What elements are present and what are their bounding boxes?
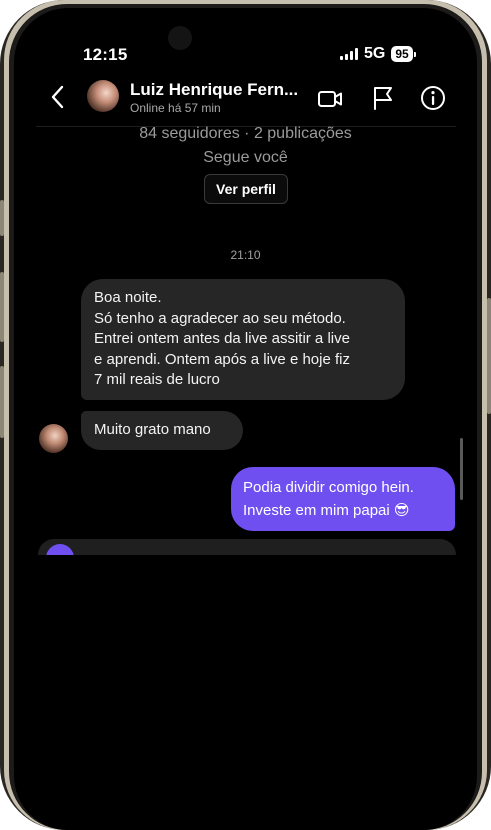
camera-button[interactable] bbox=[46, 544, 74, 555]
sender-avatar[interactable] bbox=[39, 424, 68, 453]
presence-status: Online há 57 min bbox=[130, 101, 221, 115]
avatar[interactable] bbox=[87, 80, 119, 112]
network-type: 5G bbox=[364, 45, 386, 62]
message-line: 7 mil reais de lucro bbox=[94, 371, 220, 388]
incoming-message[interactable]: Boa noite. Só tenho a agradecer ao seu m… bbox=[81, 279, 405, 400]
chevron-left-icon[interactable] bbox=[46, 82, 70, 112]
message-line: Só tenho a agradecer ao seu método. bbox=[94, 309, 346, 327]
chat-header: Luiz Henrique Fern... Online há 57 min bbox=[14, 76, 477, 120]
profile-stats: 84 seguidores · 2 publicações bbox=[139, 125, 352, 142]
message-line: Entrei ontem antes da live assitir a liv… bbox=[94, 330, 350, 347]
front-camera bbox=[168, 26, 192, 50]
view-profile-button[interactable]: Ver perfil bbox=[204, 174, 288, 204]
flag-icon[interactable] bbox=[369, 84, 397, 112]
message-line: Boa noite. bbox=[94, 289, 162, 306]
outgoing-message[interactable]: Podia dividir comigo hein. Investe em mi… bbox=[231, 467, 455, 531]
signal-icon bbox=[340, 48, 358, 60]
scrollbar[interactable] bbox=[460, 438, 463, 500]
info-icon[interactable] bbox=[419, 84, 447, 112]
message-timestamp: 21:10 bbox=[230, 248, 261, 262]
message-composer[interactable] bbox=[38, 539, 456, 555]
power-button bbox=[487, 298, 491, 414]
incoming-message[interactable]: Muito grato mano bbox=[81, 411, 243, 450]
message-line: Podia dividir comigo hein. bbox=[243, 479, 414, 496]
message-text: Muito grato mano bbox=[94, 421, 211, 438]
status-indicators: 5G 95 bbox=[340, 45, 416, 63]
message-line: Investe em mim papai 😎 bbox=[243, 502, 410, 519]
battery-icon: 95 bbox=[391, 46, 416, 62]
screen: 12:15 5G 95 Luiz Henrique Fern... Online… bbox=[14, 8, 477, 830]
message-line: e aprendi. Ontem após a live e hoje fiz bbox=[94, 350, 350, 368]
status-time: 12:15 bbox=[83, 45, 128, 64]
video-camera-icon[interactable] bbox=[316, 84, 344, 112]
phone-frame: 12:15 5G 95 Luiz Henrique Fern... Online… bbox=[0, 0, 491, 830]
battery-level: 95 bbox=[391, 46, 413, 62]
contact-name[interactable]: Luiz Henrique Fern... bbox=[130, 80, 298, 100]
follows-you-label: Segue você bbox=[203, 149, 288, 166]
